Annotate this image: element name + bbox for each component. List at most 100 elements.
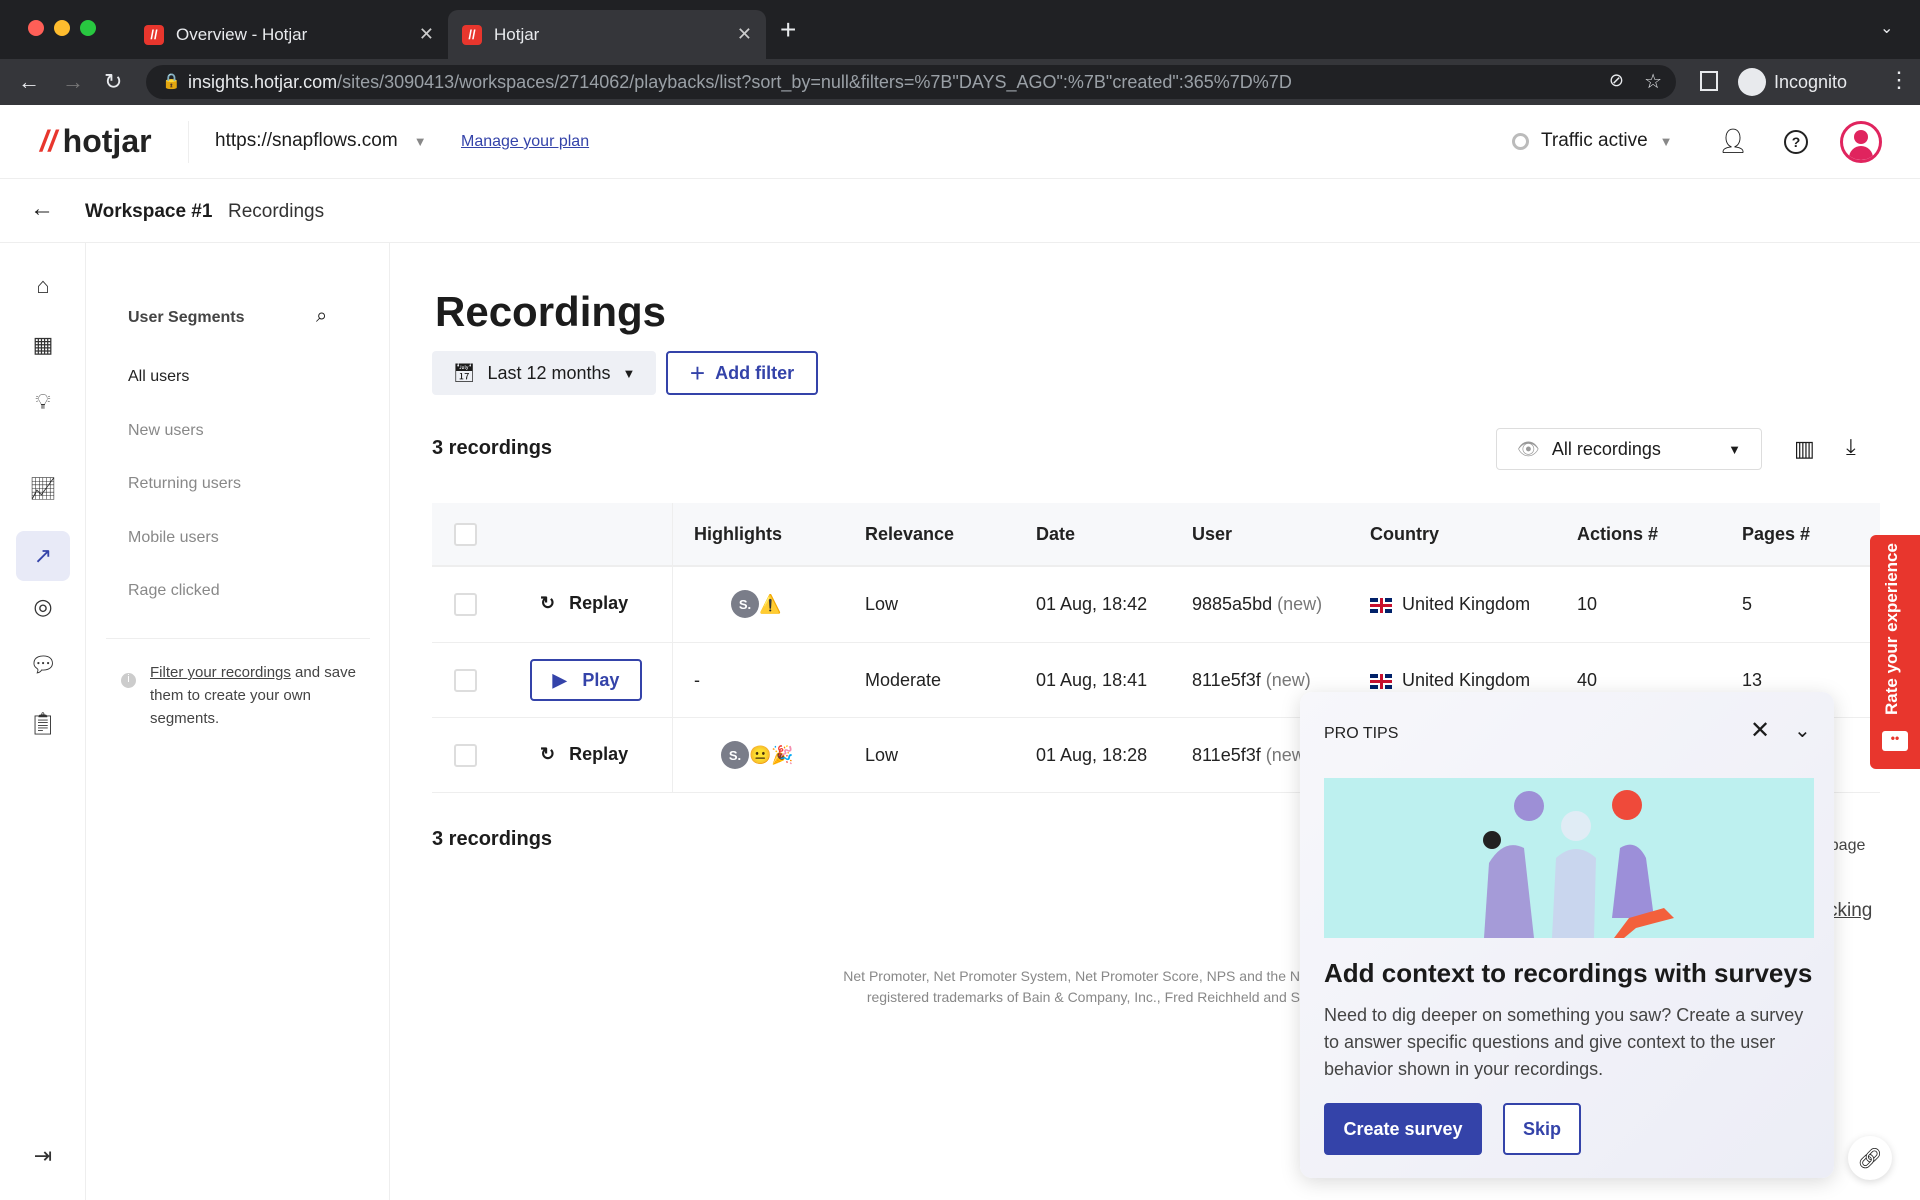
search-icon[interactable]: ⌕ <box>316 305 327 328</box>
pro-tips-title: Add context to recordings with surveys <box>1324 958 1813 988</box>
play-icon: ▶ <box>552 669 567 690</box>
forward-icon[interactable]: → <box>62 69 84 95</box>
tab-close-icon[interactable]: ✕ <box>419 24 434 45</box>
url-input[interactable]: 🔒 insights.hotjar.com/sites/3090413/work… <box>146 65 1676 99</box>
country-cell: United Kingdom <box>1370 670 1530 691</box>
date-range-dropdown[interactable]: 📅︎ Last 12 months ▼ <box>432 351 656 395</box>
lightbulb-icon[interactable]: 💡︎ <box>27 386 59 418</box>
segments-hint: Filter your recordings and save them to … <box>150 661 370 730</box>
column-header-highlights[interactable]: Highlights <box>694 524 782 545</box>
column-header-pages[interactable]: Pages # <box>1742 524 1810 545</box>
filter-recordings-link[interactable]: Filter your recordings <box>150 664 291 681</box>
close-icon[interactable]: ✕ <box>1750 716 1770 745</box>
breadcrumb: ← Workspace #1 Recordings <box>0 179 1920 243</box>
invite-user-icon[interactable]: 👤︎ <box>1718 127 1748 156</box>
divider <box>188 121 189 163</box>
app-header: // hotjar https://snapflows.com ▼ Manage… <box>0 105 1920 179</box>
rate-experience-tab[interactable]: Rate your experience •• <box>1870 535 1920 769</box>
country-name: United Kingdom <box>1402 594 1531 614</box>
segment-returning-users[interactable]: Returning users <box>128 475 241 493</box>
segment-new-users[interactable]: New users <box>128 422 204 440</box>
date-cell: 01 Aug, 18:41 <box>1036 670 1148 690</box>
caret-down-icon: ▼ <box>1659 133 1673 149</box>
user-segments-panel: User Segments ⌕ All users New users Retu… <box>86 243 390 1200</box>
manage-plan-link[interactable]: Manage your plan <box>461 133 589 151</box>
bookmark-star-icon[interactable]: ☆ <box>1644 69 1662 94</box>
hotjar-favicon-icon: // <box>462 24 482 45</box>
reload-icon[interactable]: ↻ <box>104 69 122 95</box>
columns-icon[interactable]: ▥ <box>1794 436 1815 462</box>
dashboard-icon[interactable]: ▦ <box>27 329 59 361</box>
highlight-avatar: S. <box>721 741 749 769</box>
recordings-icon[interactable]: ↗ <box>16 531 70 581</box>
minimize-window-button[interactable] <box>54 20 70 36</box>
row-checkbox[interactable] <box>454 744 477 767</box>
sidepanel-icon[interactable] <box>1700 71 1718 91</box>
tab-list-chevron-icon[interactable]: ⌄ <box>1880 18 1893 38</box>
status-circle-icon <box>1512 132 1529 150</box>
surveys-icon[interactable]: 💬︎ <box>27 649 59 681</box>
replay-button[interactable]: ↻ Replay <box>540 593 628 614</box>
chevron-down-icon[interactable]: ⌄ <box>1794 718 1811 743</box>
trends-icon[interactable]: 📈︎ <box>27 473 59 505</box>
info-icon: i <box>121 673 136 688</box>
smiley-icon: •• <box>1882 731 1908 751</box>
user-avatar[interactable] <box>1840 121 1882 163</box>
tab-close-icon[interactable]: ✕ <box>737 24 752 45</box>
column-header-date[interactable]: Date <box>1036 524 1075 545</box>
select-all-checkbox[interactable] <box>454 523 477 546</box>
tracking-blocked-icon[interactable]: ⊘ <box>1609 70 1624 91</box>
close-window-button[interactable] <box>28 20 44 36</box>
user-tag: (new) <box>1277 594 1323 614</box>
pro-tips-label: PRO TIPS <box>1324 725 1399 742</box>
play-button[interactable]: ▶ Play <box>530 659 642 701</box>
create-survey-button[interactable]: Create survey <box>1324 1103 1482 1155</box>
download-icon[interactable]: ⤓ <box>1846 434 1856 460</box>
highlights-cell: - <box>694 670 700 690</box>
plus-icon: + <box>689 357 706 388</box>
survey-illustration <box>1324 778 1814 938</box>
hotjar-logo[interactable]: // hotjar <box>40 123 152 160</box>
warning-icon: ⚠️ <box>759 593 782 614</box>
checklist-icon[interactable]: 📋︎ <box>27 708 59 740</box>
pro-tips-body: Need to dig deeper on something you saw?… <box>1324 1005 1804 1079</box>
segment-rage-clicked[interactable]: Rage clicked <box>128 582 220 600</box>
column-header-country[interactable]: Country <box>1370 524 1439 545</box>
collapse-icon[interactable]: ⇥ <box>27 1140 59 1172</box>
segment-mobile-users[interactable]: Mobile users <box>128 529 219 547</box>
actions-count-cell: 10 <box>1577 594 1598 614</box>
row-checkbox[interactable] <box>454 593 477 616</box>
traffic-status-dropdown[interactable]: Traffic active ▼ <box>1512 130 1673 152</box>
browser-tab[interactable]: // Overview - Hotjar ✕ <box>130 10 448 59</box>
replay-button[interactable]: ↻ Replay <box>540 744 628 765</box>
new-tab-icon[interactable]: + <box>780 14 796 46</box>
recordings-view-select[interactable]: 👁︎ All recordings ▼ <box>1496 428 1762 470</box>
add-filter-label: Add filter <box>715 362 795 383</box>
back-icon[interactable]: ← <box>18 69 40 95</box>
highlights-cell: S. ⚠️ <box>731 590 781 618</box>
home-icon[interactable]: ⌂ <box>27 270 59 302</box>
pro-tips-card: PRO TIPS ✕ ⌄ Add context to recordings w… <box>1300 692 1834 1178</box>
help-icon[interactable]: ? <box>1784 130 1808 154</box>
tracking-link[interactable]: cking <box>1828 900 1872 922</box>
maximize-window-button[interactable] <box>80 20 96 36</box>
hotjar-flame-icon: // <box>40 124 57 158</box>
column-header-relevance[interactable]: Relevance <box>865 524 954 545</box>
browser-tab-active[interactable]: // Hotjar ✕ <box>448 10 766 59</box>
link-icon[interactable]: 🔗︎ <box>1848 1136 1892 1180</box>
table-row[interactable]: ↻ Replay S. ⚠️ Low 01 Aug, 18:42 9885a5bd … <box>432 567 1880 642</box>
profile-button[interactable]: Incognito <box>1738 65 1847 99</box>
column-header-user[interactable]: User <box>1192 524 1232 545</box>
column-header-actions[interactable]: Actions # <box>1577 524 1658 545</box>
segment-all-users[interactable]: All users <box>128 368 189 386</box>
back-arrow-icon[interactable]: ← <box>30 195 54 223</box>
add-filter-button[interactable]: + Add filter <box>666 351 818 395</box>
breadcrumb-workspace[interactable]: Workspace #1 <box>85 201 212 223</box>
skip-button[interactable]: Skip <box>1503 1103 1581 1155</box>
site-selector[interactable]: https://snapflows.com ▼ <box>215 130 427 152</box>
feedback-icon[interactable]: ◎ <box>27 591 59 623</box>
row-checkbox[interactable] <box>454 669 477 692</box>
browser-menu-icon[interactable]: ⋮ <box>1888 67 1910 93</box>
logo-text: hotjar <box>62 123 152 159</box>
party-popper-icon: 🎉 <box>771 744 794 765</box>
